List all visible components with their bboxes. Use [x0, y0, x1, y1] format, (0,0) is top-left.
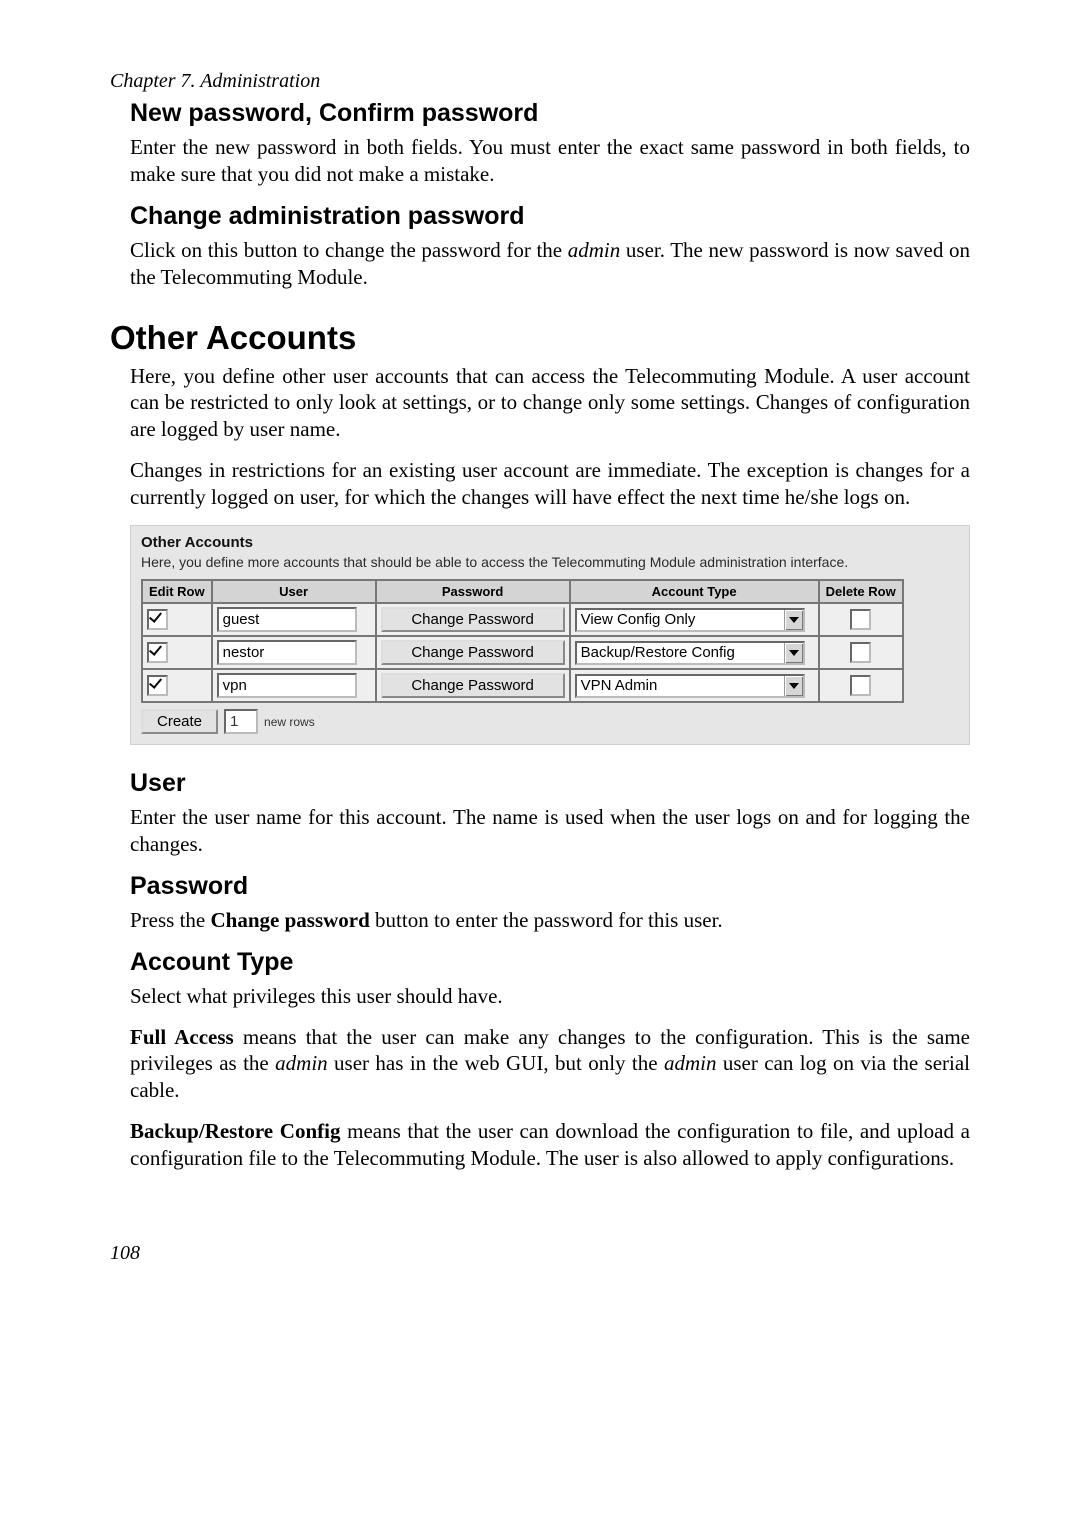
table-header-row: Edit Row User Password Account Type Dele… [142, 580, 903, 603]
delete-row-checkbox[interactable] [850, 609, 871, 630]
text-bold: Backup/Restore Config [130, 1119, 340, 1143]
col-password: Password [376, 580, 570, 603]
delete-row-checkbox[interactable] [850, 675, 871, 696]
panel-description: Here, you define more accounts that shou… [141, 553, 959, 571]
account-type-select[interactable]: View Config Only [575, 608, 805, 632]
user-field[interactable]: nestor [217, 640, 357, 665]
change-password-button[interactable]: Change Password [381, 607, 565, 632]
heading-new-password: New password, Confirm password [130, 99, 970, 128]
text: user has in the web GUI, but only the [328, 1051, 664, 1075]
text-bold: Full Access [130, 1025, 234, 1049]
accounts-table: Edit Row User Password Account Type Dele… [141, 579, 904, 703]
chevron-down-icon[interactable] [784, 676, 803, 696]
create-row: Create 1 new rows [141, 709, 959, 734]
table-row: vpn Change Password VPN Admin [142, 669, 903, 702]
select-value: Backup/Restore Config [581, 643, 739, 662]
paragraph: Enter the new password in both fields. Y… [130, 134, 970, 188]
heading-account-type: Account Type [130, 948, 970, 977]
account-type-select[interactable]: VPN Admin [575, 674, 805, 698]
heading-password: Password [130, 872, 970, 901]
select-value: View Config Only [581, 610, 700, 629]
table-row: nestor Change Password Backup/Restore Co… [142, 636, 903, 669]
delete-row-checkbox[interactable] [850, 642, 871, 663]
paragraph: Click on this button to change the passw… [130, 237, 970, 291]
col-account-type: Account Type [570, 580, 819, 603]
change-password-button[interactable]: Change Password [381, 673, 565, 698]
chapter-header: Chapter 7. Administration [110, 70, 970, 93]
edit-row-checkbox[interactable] [147, 609, 168, 630]
page-number: 108 [110, 1242, 970, 1265]
col-edit-row: Edit Row [142, 580, 212, 603]
select-value: VPN Admin [581, 676, 662, 695]
panel-title: Other Accounts [141, 534, 959, 551]
col-delete-row: Delete Row [819, 580, 903, 603]
text-emphasis: admin [664, 1051, 717, 1075]
create-quantity-field[interactable]: 1 [224, 709, 258, 734]
create-button[interactable]: Create [141, 709, 218, 734]
user-field[interactable]: vpn [217, 673, 357, 698]
text: Click on this button to change the passw… [130, 238, 568, 262]
chevron-down-icon[interactable] [784, 610, 803, 630]
text: Press the [130, 908, 211, 932]
user-field[interactable]: guest [217, 607, 357, 632]
col-user: User [212, 580, 376, 603]
text-emphasis: admin [275, 1051, 328, 1075]
paragraph: Select what privileges this user should … [130, 983, 970, 1010]
heading-other-accounts: Other Accounts [110, 319, 970, 357]
heading-user: User [130, 769, 970, 798]
text: button to enter the password for this us… [370, 908, 723, 932]
table-row: guest Change Password View Config Only [142, 603, 903, 636]
create-suffix-label: new rows [264, 715, 315, 729]
change-password-button[interactable]: Change Password [381, 640, 565, 665]
other-accounts-panel: Other Accounts Here, you define more acc… [130, 525, 970, 745]
paragraph: Press the Change password button to ente… [130, 907, 970, 934]
heading-change-admin-password: Change administration password [130, 202, 970, 231]
edit-row-checkbox[interactable] [147, 642, 168, 663]
paragraph: Backup/Restore Config means that the use… [130, 1118, 970, 1172]
text-emphasis: admin [568, 238, 621, 262]
paragraph: Full Access means that the user can make… [130, 1024, 970, 1105]
chevron-down-icon[interactable] [784, 643, 803, 663]
paragraph: Changes in restrictions for an existing … [130, 457, 970, 511]
paragraph: Enter the user name for this account. Th… [130, 804, 970, 858]
text-bold: Change password [211, 908, 370, 932]
account-type-select[interactable]: Backup/Restore Config [575, 641, 805, 665]
paragraph: Here, you define other user accounts tha… [130, 363, 970, 444]
edit-row-checkbox[interactable] [147, 675, 168, 696]
